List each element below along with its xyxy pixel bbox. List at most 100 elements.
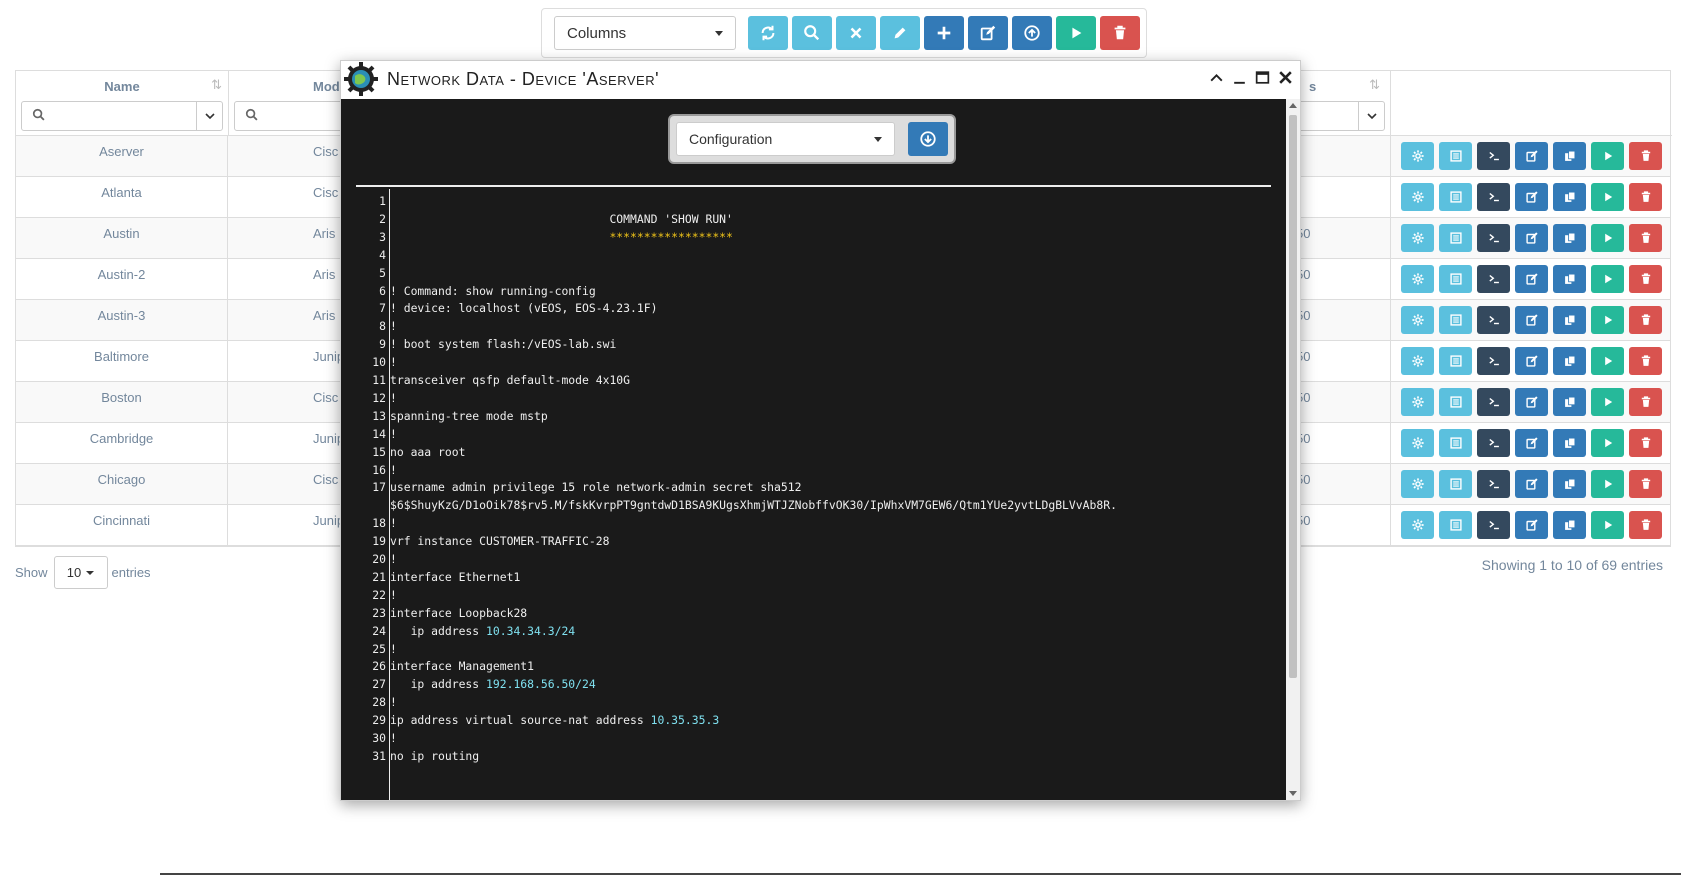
device-edit-button[interactable]	[1515, 224, 1548, 252]
column-header-name[interactable]: Name ⇅	[16, 71, 229, 136]
window-titlebar[interactable]: Network Data - Device 'Aserver'	[341, 61, 1300, 99]
device-terminal-button[interactable]	[1477, 511, 1510, 539]
device-delete-button[interactable]	[1629, 347, 1662, 375]
refresh-button[interactable]	[748, 16, 788, 50]
minimize-icon[interactable]	[1231, 69, 1248, 86]
search-button[interactable]	[792, 16, 832, 50]
device-run-button[interactable]	[1591, 265, 1624, 293]
page-length-select[interactable]: 10	[53, 556, 108, 589]
device-results-button[interactable]	[1439, 470, 1472, 498]
device-settings-button[interactable]	[1401, 429, 1434, 457]
device-delete-button[interactable]	[1629, 470, 1662, 498]
device-delete-button[interactable]	[1629, 183, 1662, 211]
vertical-scrollbar[interactable]	[1286, 99, 1300, 800]
device-run-button[interactable]	[1591, 470, 1624, 498]
device-edit-button[interactable]	[1515, 347, 1548, 375]
device-duplicate-button[interactable]	[1553, 306, 1586, 334]
device-terminal-button[interactable]	[1477, 470, 1510, 498]
device-edit-button[interactable]	[1515, 306, 1548, 334]
filter-dropdown[interactable]	[1358, 102, 1384, 130]
device-terminal-button[interactable]	[1477, 183, 1510, 211]
device-delete-button[interactable]	[1629, 142, 1662, 170]
code-viewer[interactable]: 12 COMMAND 'SHOW RUN' 3 *****************…	[356, 189, 1271, 800]
device-duplicate-button[interactable]	[1553, 142, 1586, 170]
device-run-button[interactable]	[1591, 429, 1624, 457]
device-settings-button[interactable]	[1401, 470, 1434, 498]
device-edit-button[interactable]	[1515, 511, 1548, 539]
sort-icon[interactable]: ⇅	[1369, 77, 1380, 93]
device-run-button[interactable]	[1591, 224, 1624, 252]
device-delete-button[interactable]	[1629, 265, 1662, 293]
device-edit-button[interactable]	[1515, 470, 1548, 498]
device-results-button[interactable]	[1439, 265, 1472, 293]
name-filter-input[interactable]	[21, 101, 223, 131]
device-run-button[interactable]	[1591, 142, 1624, 170]
device-duplicate-button[interactable]	[1553, 265, 1586, 293]
device-duplicate-button[interactable]	[1553, 511, 1586, 539]
device-results-button[interactable]	[1439, 511, 1472, 539]
scrollbar-thumb[interactable]	[1289, 115, 1297, 678]
device-settings-button[interactable]	[1401, 388, 1434, 416]
device-terminal-button[interactable]	[1477, 429, 1510, 457]
device-terminal-button[interactable]	[1477, 224, 1510, 252]
device-results-button[interactable]	[1439, 224, 1472, 252]
right-filter-input[interactable]	[1289, 101, 1385, 131]
device-run-button[interactable]	[1591, 183, 1624, 211]
device-results-button[interactable]	[1439, 183, 1472, 211]
edit-selection-button[interactable]	[968, 16, 1008, 50]
scroll-down-icon[interactable]	[1289, 791, 1297, 796]
device-run-button[interactable]	[1591, 306, 1624, 334]
device-settings-button[interactable]	[1401, 183, 1434, 211]
device-delete-button[interactable]	[1629, 511, 1662, 539]
data-type-select[interactable]: Configuration	[676, 122, 895, 156]
device-settings-button[interactable]	[1401, 347, 1434, 375]
maximize-icon[interactable]	[1254, 69, 1271, 86]
device-duplicate-button[interactable]	[1553, 183, 1586, 211]
delete-button[interactable]	[1100, 16, 1140, 50]
device-delete-button[interactable]	[1629, 388, 1662, 416]
device-results-button[interactable]	[1439, 429, 1472, 457]
device-run-button[interactable]	[1591, 347, 1624, 375]
device-terminal-button[interactable]	[1477, 306, 1510, 334]
clear-filters-button[interactable]	[836, 16, 876, 50]
collapse-icon[interactable]	[1208, 69, 1225, 86]
device-edit-button[interactable]	[1515, 388, 1548, 416]
columns-select[interactable]: Columns	[554, 16, 736, 50]
device-run-button[interactable]	[1591, 388, 1624, 416]
device-terminal-button[interactable]	[1477, 347, 1510, 375]
upload-button[interactable]	[1012, 16, 1052, 50]
device-results-button[interactable]	[1439, 142, 1472, 170]
device-results-button[interactable]	[1439, 388, 1472, 416]
device-delete-button[interactable]	[1629, 224, 1662, 252]
device-settings-button[interactable]	[1401, 142, 1434, 170]
device-run-button[interactable]	[1591, 511, 1624, 539]
device-duplicate-button[interactable]	[1553, 429, 1586, 457]
device-terminal-button[interactable]	[1477, 265, 1510, 293]
device-edit-button[interactable]	[1515, 265, 1548, 293]
device-edit-button[interactable]	[1515, 429, 1548, 457]
device-delete-button[interactable]	[1629, 306, 1662, 334]
device-settings-button[interactable]	[1401, 306, 1434, 334]
add-device-button[interactable]	[924, 16, 964, 50]
device-settings-button[interactable]	[1401, 511, 1434, 539]
scroll-up-icon[interactable]	[1289, 103, 1297, 108]
device-results-button[interactable]	[1439, 347, 1472, 375]
device-edit-button[interactable]	[1515, 142, 1548, 170]
filter-dropdown[interactable]	[196, 102, 222, 130]
device-duplicate-button[interactable]	[1553, 224, 1586, 252]
device-delete-button[interactable]	[1629, 429, 1662, 457]
device-edit-button[interactable]	[1515, 183, 1548, 211]
close-icon[interactable]	[1277, 69, 1294, 86]
device-duplicate-button[interactable]	[1553, 470, 1586, 498]
download-button[interactable]	[908, 122, 948, 156]
device-settings-button[interactable]	[1401, 265, 1434, 293]
device-results-button[interactable]	[1439, 306, 1472, 334]
bulk-edit-button[interactable]	[880, 16, 920, 50]
device-settings-button[interactable]	[1401, 224, 1434, 252]
model-filter-input[interactable]	[234, 101, 354, 131]
sort-icon[interactable]: ⇅	[211, 77, 222, 93]
device-duplicate-button[interactable]	[1553, 347, 1586, 375]
device-terminal-button[interactable]	[1477, 388, 1510, 416]
device-terminal-button[interactable]	[1477, 142, 1510, 170]
run-service-button[interactable]	[1056, 16, 1096, 50]
